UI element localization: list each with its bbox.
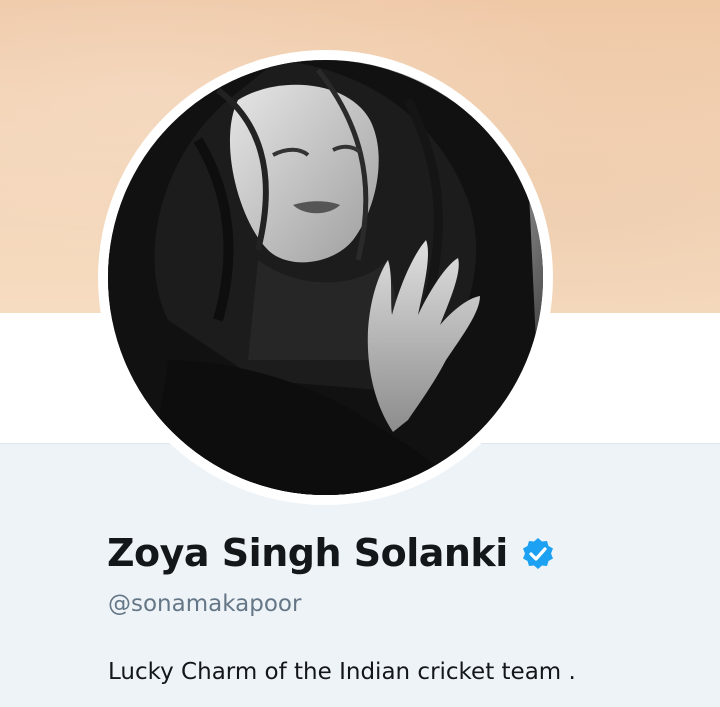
display-name-row: Zoya Singh Solanki [107, 528, 556, 578]
verified-badge-icon [520, 536, 556, 572]
profile-page: Zoya Singh Solanki @sonamakapoor Lucky C… [0, 0, 720, 707]
avatar[interactable] [108, 60, 543, 495]
profile-avatar-photo [108, 60, 543, 495]
display-name[interactable]: Zoya Singh Solanki [107, 528, 508, 578]
user-handle[interactable]: @sonamakapoor [108, 588, 301, 620]
profile-bio: Lucky Charm of the Indian cricket team . [108, 659, 576, 685]
